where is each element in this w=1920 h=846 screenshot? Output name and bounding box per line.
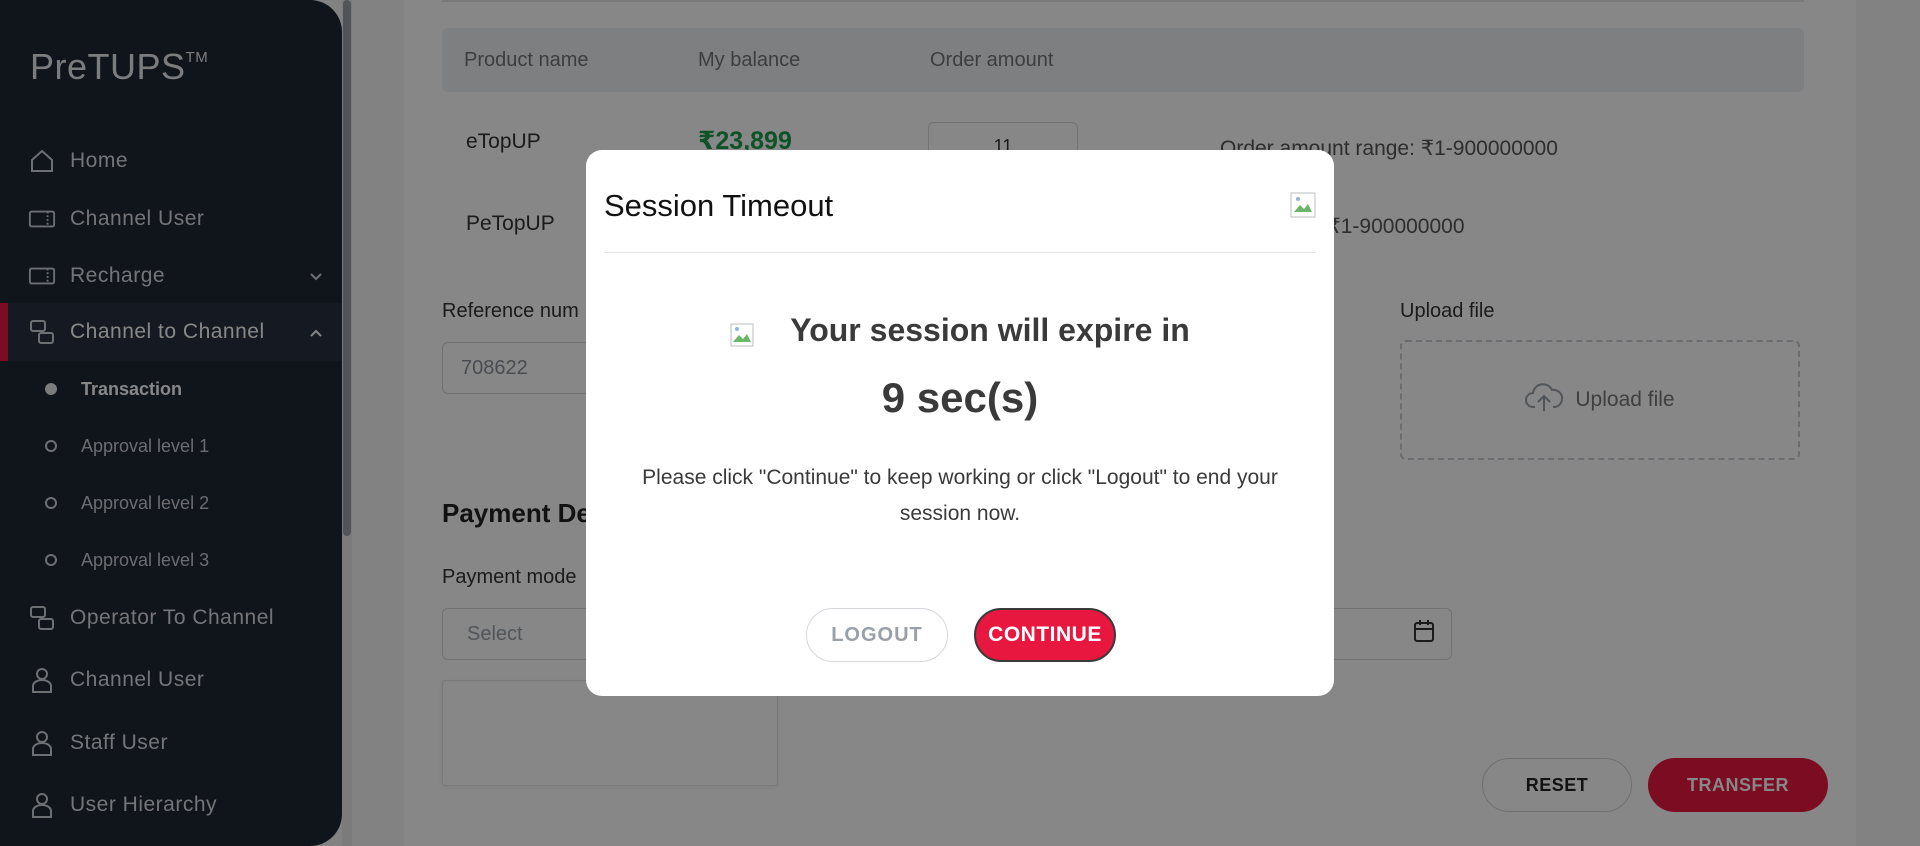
dialog-title: Session Timeout (604, 188, 834, 223)
logout-button[interactable]: LOGOUT (806, 608, 948, 662)
session-timeout-dialog: Session Timeout Your session will expire… (586, 150, 1334, 696)
close-icon[interactable] (1290, 192, 1316, 218)
continue-button[interactable]: CONTINUE (974, 608, 1116, 662)
expire-text: Your session will expire in (790, 312, 1190, 348)
divider (604, 252, 1316, 253)
dialog-message: Please click "Continue" to keep working … (642, 466, 1278, 525)
countdown-timer: 9 sec(s) (881, 374, 1039, 421)
expire-message: Your session will expire in (586, 312, 1334, 349)
clock-icon (730, 318, 754, 347)
